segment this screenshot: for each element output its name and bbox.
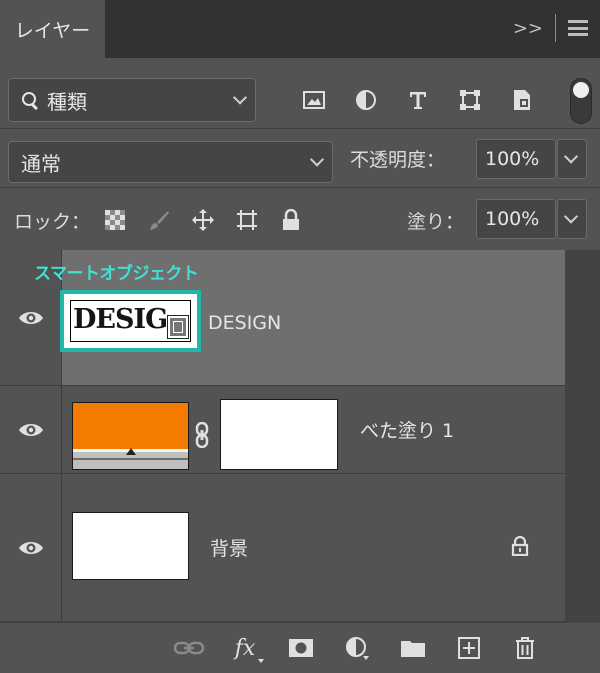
fill-thumbnail-marker xyxy=(126,448,136,455)
link-icon[interactable] xyxy=(172,633,206,663)
lock-image-pixels-icon[interactable] xyxy=(144,205,174,235)
filter-icons xyxy=(298,84,538,116)
fx-label: fx xyxy=(234,635,256,661)
type-filter-icon[interactable] xyxy=(402,84,434,116)
blend-mode-select[interactable]: 通常 xyxy=(8,141,333,183)
chevron-down-icon xyxy=(232,90,248,105)
chevron-down-icon xyxy=(563,149,579,164)
search-icon xyxy=(21,91,39,109)
smart-object-annotation: スマートオブジェクト xyxy=(34,264,199,284)
panel-menu-area: >> xyxy=(513,14,588,42)
layer-row-design[interactable]: スマートオブジェクト DESIG DESIGN xyxy=(0,250,565,386)
lock-row: ロック： 塗り： 100% xyxy=(0,188,600,250)
opacity-input[interactable]: 100% xyxy=(476,139,556,179)
panel-tab-bar: レイヤー >> xyxy=(0,0,600,58)
adjustment-icon[interactable] xyxy=(340,633,374,663)
lock-transparent-pixels-icon[interactable] xyxy=(100,205,130,235)
fill-input[interactable]: 100% xyxy=(476,199,556,239)
fx-icon[interactable]: fx xyxy=(228,633,264,663)
scrollbar-track[interactable] xyxy=(565,250,600,622)
smart-object-badge-icon xyxy=(167,315,189,339)
layer-name[interactable]: DESIGN xyxy=(208,312,281,334)
filter-toggle[interactable] xyxy=(570,78,592,124)
lock-label: ロック： xyxy=(14,211,91,233)
opacity-dropdown[interactable] xyxy=(557,139,587,179)
blend-row: 通常 不透明度： 100% xyxy=(0,128,600,188)
trash-icon[interactable] xyxy=(508,633,542,663)
layer-thumbnail[interactable]: DESIG xyxy=(70,300,191,342)
background-thumbnail[interactable] xyxy=(72,512,189,580)
visibility-toggle[interactable] xyxy=(0,474,62,621)
smart-object-highlight: DESIG xyxy=(60,290,201,352)
folder-icon[interactable] xyxy=(396,633,430,663)
layer-row-background[interactable]: 背景 xyxy=(0,474,565,622)
visibility-toggle[interactable] xyxy=(0,386,62,473)
layer-name[interactable]: 背景 xyxy=(210,534,248,561)
chain-link-icon[interactable] xyxy=(195,422,209,448)
filter-kind-label: 種類 xyxy=(47,89,87,114)
eye-icon xyxy=(18,311,43,324)
lock-artboard-icon[interactable] xyxy=(232,205,262,235)
eye-icon xyxy=(18,541,43,554)
smart-object-filter-icon[interactable] xyxy=(506,84,538,116)
image-filter-icon[interactable] xyxy=(298,84,330,116)
mask-thumbnail[interactable] xyxy=(220,399,338,470)
mask-icon[interactable] xyxy=(284,633,318,663)
chevron-down-icon xyxy=(309,152,325,167)
filter-row: 種類 xyxy=(0,58,600,128)
dropdown-marker xyxy=(258,659,264,663)
lock-all-icon[interactable] xyxy=(276,205,306,235)
collapse-icon[interactable]: >> xyxy=(513,18,543,39)
tab-layers[interactable]: レイヤー xyxy=(0,0,105,58)
layer-name[interactable]: べた塗り 1 xyxy=(360,416,454,443)
layer-row-fill[interactable]: べた塗り 1 xyxy=(0,386,565,474)
lock-position-icon[interactable] xyxy=(188,205,218,235)
shape-filter-icon[interactable] xyxy=(454,84,486,116)
opacity-label: 不透明度： xyxy=(350,149,446,171)
bottom-icons: fx xyxy=(172,633,542,663)
adjustment-filter-icon[interactable] xyxy=(350,84,382,116)
fill-thumbnail[interactable] xyxy=(72,402,189,470)
new-layer-icon[interactable] xyxy=(452,633,486,663)
eye-icon xyxy=(18,423,43,436)
layers-list: スマートオブジェクト DESIG DESIGN べた塗り 1 背景 xyxy=(0,250,600,622)
chevron-down-icon xyxy=(563,209,579,224)
lock-icon[interactable] xyxy=(511,536,529,556)
panel-menu-icon[interactable] xyxy=(568,20,588,36)
tab-layers-label: レイヤー xyxy=(14,19,91,42)
filter-kind-select[interactable]: 種類 xyxy=(8,78,256,122)
fill-dropdown[interactable] xyxy=(557,199,587,239)
layers-bottom-toolbar: fx xyxy=(0,622,600,673)
lock-icons xyxy=(100,205,306,235)
blend-mode-value: 通常 xyxy=(21,151,61,176)
fill-label: 塗り： xyxy=(407,211,465,233)
thumbnail-text: DESIG xyxy=(73,304,168,335)
divider xyxy=(555,14,556,42)
